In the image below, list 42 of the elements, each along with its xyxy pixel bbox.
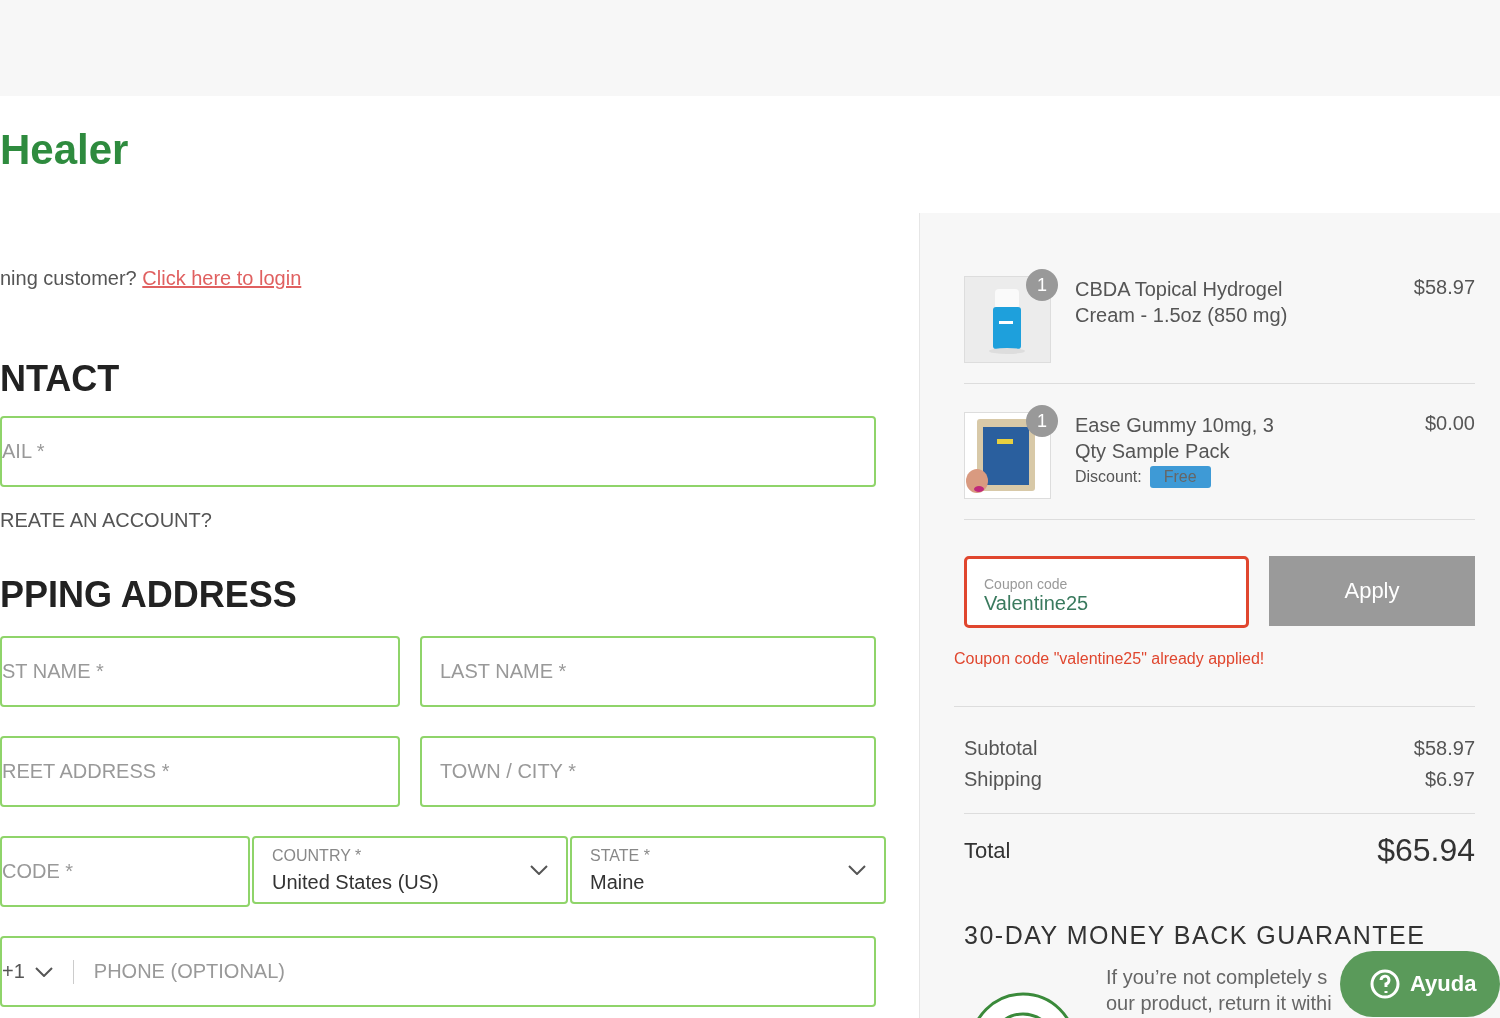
help-icon <box>1370 969 1400 999</box>
coupon-field[interactable]: Coupon code Valentine25 <box>964 556 1249 628</box>
discount-tag: Free <box>1149 466 1211 488</box>
state-select[interactable]: STATE * Maine <box>570 836 886 904</box>
section-heading: PPING ADDRESS <box>0 573 298 617</box>
section-heading: NTACT <box>0 357 121 401</box>
phone-placeholder: PHONE (OPTIONAL) <box>93 960 285 983</box>
guarantee-heading: 30-DAY MONEY BACK GUARANTEE <box>964 921 1427 950</box>
total-value: $65.94 <box>1377 832 1475 869</box>
login-prompt: ning customer? Click here to login <box>0 267 302 289</box>
chevron-down-icon <box>34 966 53 977</box>
product-price: $58.97 <box>1413 276 1475 300</box>
email-field[interactable]: AIL * <box>0 416 876 487</box>
product-price: $0.00 <box>1424 412 1475 436</box>
help-button[interactable]: Ayuda <box>1340 951 1500 1017</box>
zip-code-field[interactable]: CODE * <box>0 836 250 907</box>
discount-label: Discount: <box>1075 468 1142 486</box>
apply-button[interactable]: Apply <box>1269 556 1475 626</box>
last-name-field[interactable]: LAST NAME * <box>420 636 876 707</box>
quantity-badge: 1 <box>1026 405 1058 437</box>
chevron-down-icon <box>530 865 548 875</box>
summary-label: Subtotal <box>964 737 1038 760</box>
first-name-field[interactable]: ST NAME * <box>0 636 400 707</box>
phone-field[interactable]: +1 PHONE (OPTIONAL) <box>0 936 876 1007</box>
summary-value: $6.97 <box>1424 768 1475 791</box>
product-name: CBDA Topical Hydrogel Cream - 1.5oz (850 mg) <box>1075 277 1289 328</box>
coupon-error-message: Coupon code "valentine25" already applied! <box>954 650 1265 667</box>
total-label: Total <box>964 837 1011 864</box>
country-code-select[interactable]: +1 <box>2 960 25 983</box>
quantity-badge: 1 <box>1026 269 1058 301</box>
town-field[interactable]: TOWN / CITY * <box>420 736 876 807</box>
street-address-field[interactable]: REET ADDRESS * <box>0 736 400 807</box>
chevron-down-icon <box>848 865 866 875</box>
guarantee-text: our product, return it withi <box>1106 991 1332 1016</box>
summary-label: Shipping <box>964 768 1042 791</box>
country-select[interactable]: COUNTRY * United States (US) <box>252 836 568 904</box>
login-link[interactable]: Click here to login <box>142 267 302 289</box>
product-name: Ease Gummy 10mg, 3 Qty Sample Pack <box>1075 413 1275 464</box>
guarantee-text: If you’re not completely s <box>1106 965 1329 990</box>
summary-value: $58.97 <box>1413 737 1475 760</box>
create-account-label[interactable]: REATE AN ACCOUNT? <box>0 509 212 531</box>
brand-logo: Healer <box>0 125 130 175</box>
